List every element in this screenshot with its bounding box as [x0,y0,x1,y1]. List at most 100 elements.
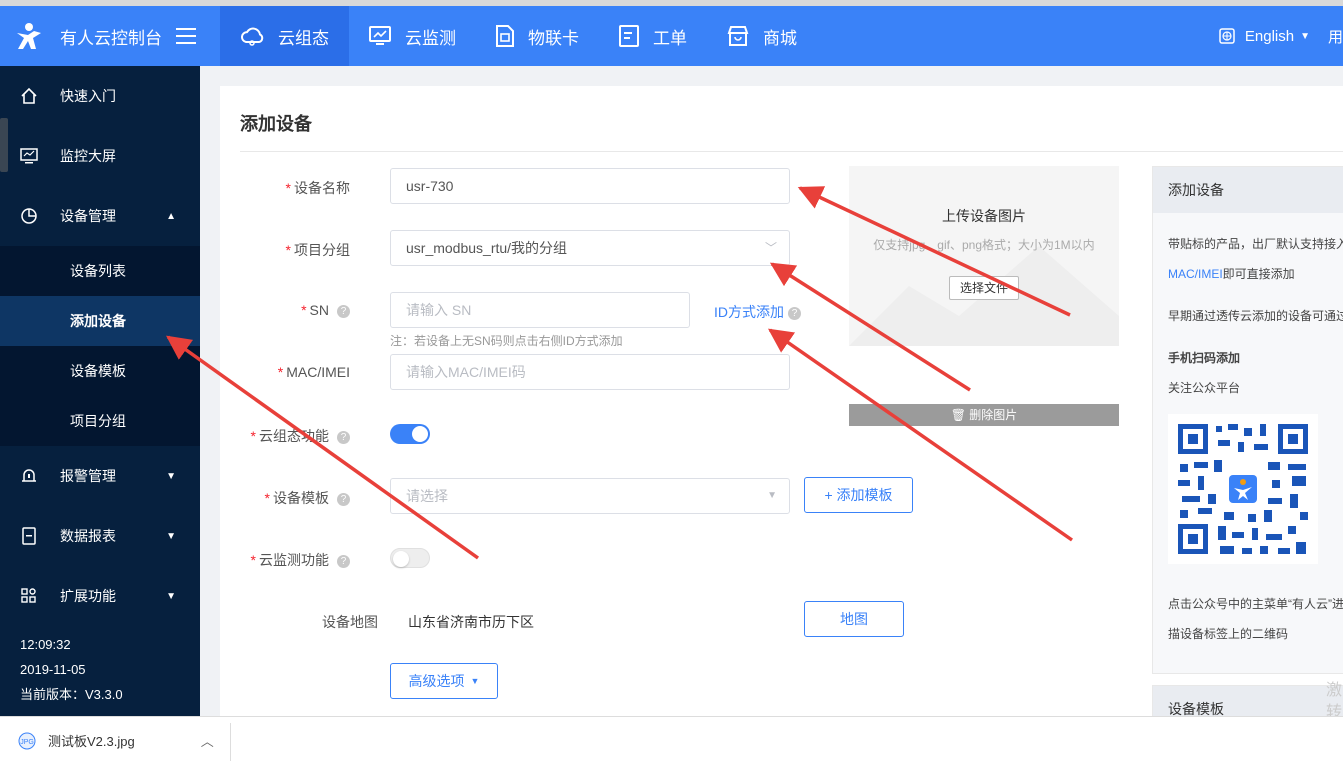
image-upload-area[interactable]: 上传设备图片 仅支持jpg、gif、png格式；大小为1M以内 选择文件 🗑 删… [849,166,1119,426]
browser-download-bar: JPG 测试板V2.3.jpg ︿ [0,716,1343,766]
map-button[interactable]: 地图 [804,601,904,637]
sidebar-item-data-report[interactable]: 数据报表 ▼ [0,506,200,566]
help-text: 带贴标的产品，出厂默认支持接入 [1168,237,1343,251]
delete-image-button[interactable]: 🗑 删除图片 [849,404,1119,426]
tab-label: 工单 [653,28,687,48]
help-icon[interactable]: ? [788,306,801,320]
language-label: English [1244,27,1295,45]
user-menu[interactable]: 用 [1328,26,1343,47]
top-nav-right: English ▼ 用 [1219,6,1343,66]
sidebar-item-monitor-screen[interactable]: 监控大屏 [0,126,200,186]
device-management-submenu: 设备列表 添加设备 设备模板 项目分组 [0,246,200,446]
add-device-card: 添加设备 * 设备名称 usr-730 * 项目分组 usr_modbus_rtu/… [220,86,1343,735]
sidebar-item-label: 快速入门 [60,88,116,104]
divider [230,723,231,761]
sidebar-subitem-device-template[interactable]: 设备模板 [0,346,200,396]
mac-imei-label: * MAC/IMEI [277,364,350,380]
caret-down-icon: ▼ [166,530,176,542]
help-text: 早期通过透传云添加的设备可通过 [1168,309,1343,323]
help-icon[interactable]: ? [337,430,350,444]
tab-iot-card[interactable]: 物联卡 [476,6,599,66]
language-selector[interactable]: English ▼ [1219,28,1310,45]
device-name-label: * 设备名称 [285,180,350,196]
help-text: MAC/IMEI即可直接添加 [1168,267,1295,281]
cloud-config-toggle[interactable] [390,424,430,444]
chevron-down-icon: ﹀ [764,241,777,255]
cloud-icon [241,27,264,46]
sidebar-footer: 12:09:32 2019-11-05 当前版本：V3.3.0 [20,632,123,707]
caret-down-icon: ▼ [166,470,176,482]
tab-cloud-config[interactable]: 云组态 [220,6,349,66]
top-nav-tabs: 云组态 云监测 物联卡 工单 商城 [220,6,817,66]
svg-text:JPG: JPG [20,739,34,746]
cloud-monitor-toggle[interactable] [390,548,430,568]
hamburger-menu-icon[interactable] [176,28,196,44]
sidebar-item-label: 报警管理 [60,468,116,484]
document-icon [619,25,639,47]
mac-imei-input[interactable]: 请输入MAC/IMEI码 [390,354,790,390]
bell-icon [22,469,36,482]
app-title: 有人云控制台 [60,28,162,48]
cloud-config-label: * 云组态功能? [200,426,350,446]
logo-icon [17,23,41,49]
sidebar-item-label: 数据报表 [60,528,116,544]
sidebar-subitem-add-device[interactable]: 添加设备 [0,296,200,346]
help-icon[interactable]: ? [337,554,350,568]
clock-time: 12:09:32 [20,637,71,652]
sn-label: * SN? [200,302,350,318]
project-group-label: * 项目分组 [285,242,350,258]
caret-down-icon: ▼ [1300,30,1310,42]
device-name-input[interactable]: usr-730 [390,168,790,204]
project-group-select[interactable]: usr_modbus_rtu/我的分组 ﹀ [390,230,790,266]
sidebar-subitem-device-list[interactable]: 设备列表 [0,246,200,296]
grid-icon [21,588,36,603]
page-title: 添加设备 [240,114,312,134]
brand[interactable]: 有人云控制台 [0,21,220,51]
sidebar: 快速入门 监控大屏 设备管理 ▲ 设备列表 添加设备 设备模板 项目分组 报警管… [0,66,200,716]
top-navigation-bar: 有人云控制台 云组态 云监测 物联卡 工单 商城 English ▼ 用 [0,6,1343,66]
scroll-handle[interactable] [0,118,8,172]
tab-store[interactable]: 商城 [707,6,817,66]
advanced-options-button[interactable]: 高级选项 ▼ [390,663,498,699]
sidebar-subitem-project-group[interactable]: 项目分组 [0,396,200,446]
sidebar-item-quick-start[interactable]: 快速入门 [0,66,200,126]
tab-work-order[interactable]: 工单 [599,6,707,66]
trash-icon: 🗑 [950,408,966,422]
sidebar-item-alarm-management[interactable]: 报警管理 ▼ [0,446,200,506]
help-text: 关注公众平台 [1168,381,1241,395]
chevron-up-icon[interactable]: ︿ [201,731,214,750]
help-subtitle: 手机扫码添加 [1168,351,1241,365]
cloud-monitor-label: * 云监测功能? [200,550,350,570]
download-item[interactable]: JPG 测试板V2.3.jpg ︿ [18,731,214,750]
sidebar-item-device-management[interactable]: 设备管理 ▲ [0,186,200,246]
sidebar-item-label: 扩展功能 [60,588,116,604]
monitor-chart-icon [369,26,391,45]
upload-title: 上传设备图片 [942,208,1026,224]
tab-label: 云监测 [405,28,456,48]
toggle-knob [412,426,428,442]
upload-hint: 仅支持jpg、gif、png格式；大小为1M以内 [873,238,1095,252]
image-file-icon: JPG [18,732,36,749]
choose-file-button[interactable]: 选择文件 [949,276,1019,300]
help-icon[interactable]: ? [337,304,350,318]
device-map-label: 设备地图 [322,614,378,630]
device-map-location: 山东省济南市历下区 [408,614,534,630]
placeholder-mountain-graphic [849,246,1119,346]
tab-label: 物联卡 [528,28,579,48]
sn-input[interactable]: 请输入 SN [390,292,690,328]
caret-down-icon: ▼ [470,676,480,686]
add-template-button[interactable]: + 添加模板 [804,477,913,513]
help-icon[interactable]: ? [337,492,350,506]
id-add-link[interactable]: ID方式添加? [714,302,801,322]
device-template-select[interactable]: 请选择 ▼ [390,478,790,514]
divider [240,151,1343,152]
sidebar-item-extensions[interactable]: 扩展功能 ▼ [0,566,200,626]
tab-label: 云组态 [278,28,329,48]
report-icon [22,527,36,545]
sidebar-item-label: 设备管理 [60,208,116,224]
help-text: 点击公众号中的主菜单“有人云”进 [1168,597,1343,611]
sn-hint: 注：若设备上无SN码则点击右侧ID方式添加 [390,334,623,348]
tab-label: 商城 [763,28,797,48]
caret-down-icon: ▼ [166,590,176,602]
tab-cloud-monitor[interactable]: 云监测 [349,6,476,66]
